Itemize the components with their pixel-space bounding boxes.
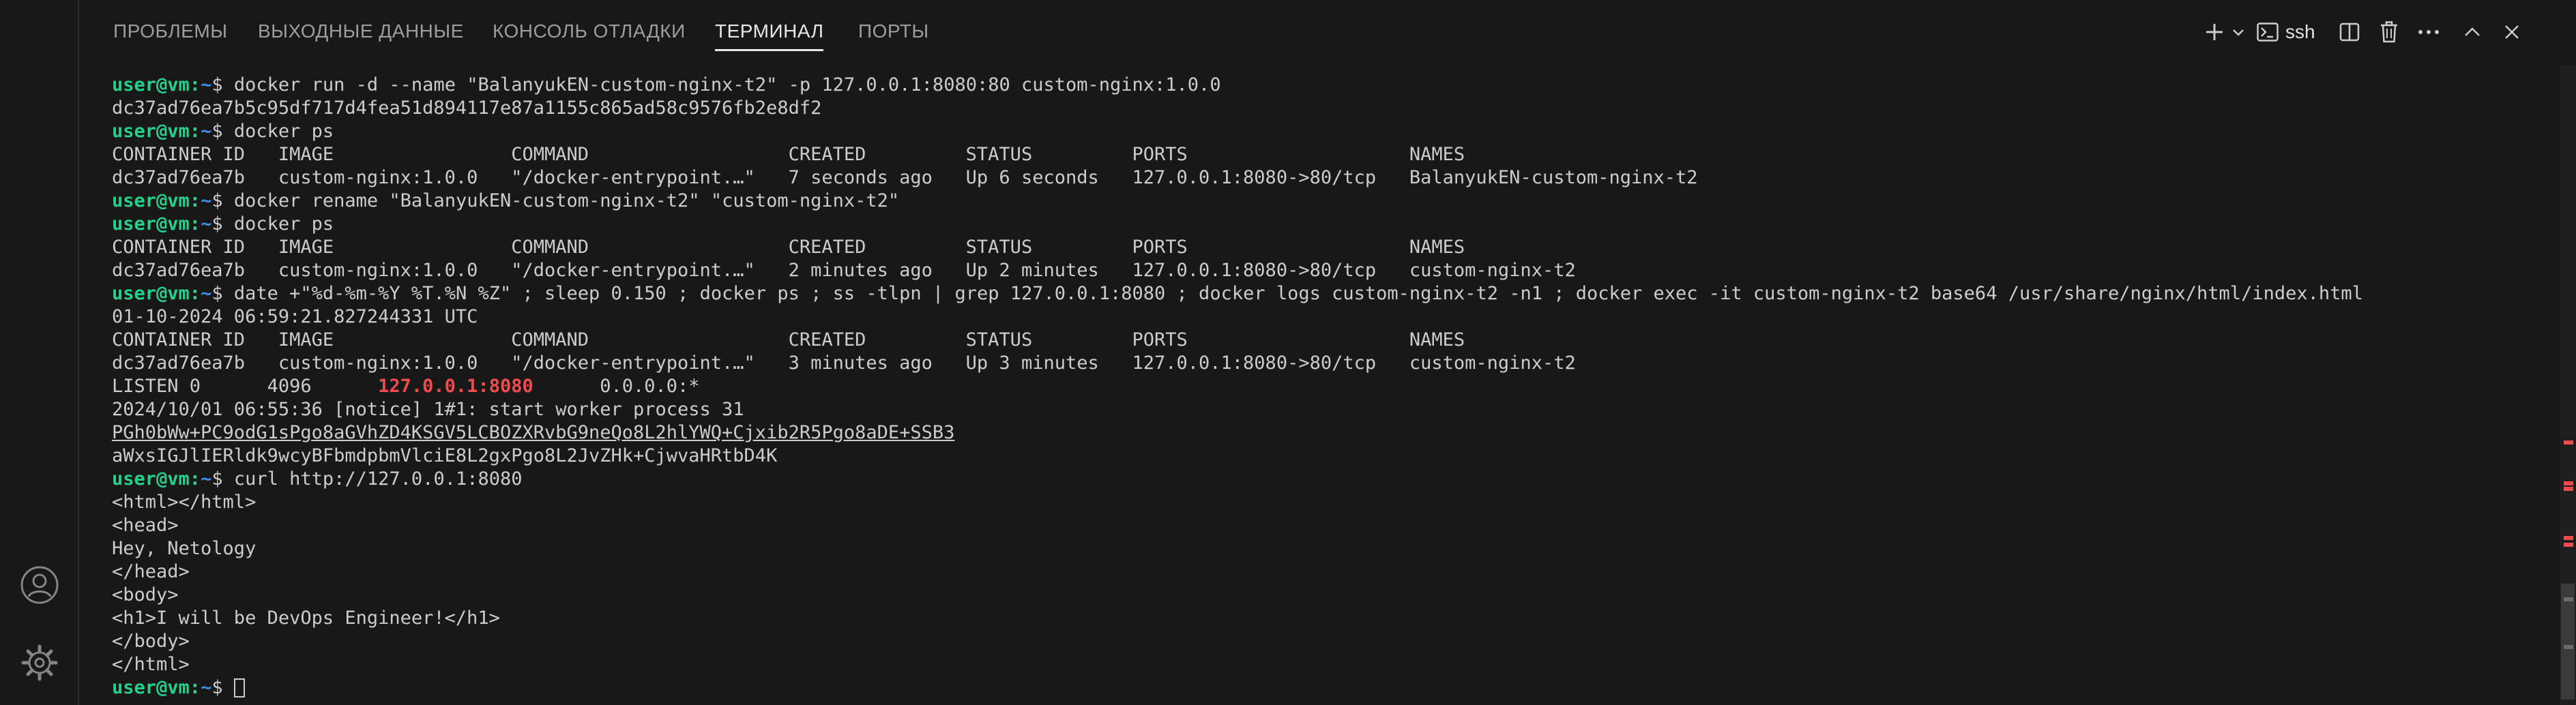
terminal-line: dc37ad76ea7b custom-nginx:1.0.0 "/docker… (112, 260, 1576, 281)
tab-problems[interactable]: ПРОБЛЕМЫ (113, 18, 228, 49)
prompt-path: ~ (201, 74, 212, 95)
plus-icon[interactable] (2201, 15, 2228, 49)
command-text: docker rename "BalanyukEN-custom-nginx-t… (233, 190, 900, 211)
prompt-user: user@vm (112, 190, 190, 211)
scrollbar-marker (2564, 487, 2573, 491)
close-icon[interactable] (2497, 15, 2527, 49)
terminal-toolbar: ssh (2201, 15, 2556, 49)
tab-debug-console[interactable]: КОНСОЛЬ ОТЛАДКИ (493, 18, 686, 49)
scrollbar-marker (2564, 440, 2573, 445)
command-text: docker ps (233, 121, 334, 142)
account-icon[interactable] (18, 563, 61, 607)
terminal-line: user@vm:~$ date +"%d-%m-%Y %T.%N %Z" ; s… (112, 283, 2363, 304)
terminal-line: dc37ad76ea7b custom-nginx:1.0.0 "/docker… (112, 167, 1698, 188)
prompt-path: ~ (201, 213, 212, 235)
prompt-path: ~ (201, 121, 212, 142)
tab-output[interactable]: ВЫХОДНЫЕ ДАННЫЕ (258, 18, 464, 49)
panel-tabs: ПРОБЛЕМЫ ВЫХОДНЫЕ ДАННЫЕ КОНСОЛЬ ОТЛАДКИ… (79, 0, 2126, 61)
prompt-path: ~ (201, 677, 212, 698)
terminal-line: <html></html> (112, 492, 257, 513)
gear-icon[interactable] (18, 641, 61, 685)
chevron-down-icon[interactable] (2228, 15, 2249, 49)
terminal-selector[interactable]: ssh (2257, 15, 2328, 49)
terminal-line: user@vm:~$ (112, 676, 2541, 700)
chevron-up-icon[interactable] (2457, 15, 2487, 49)
terminal-line: <body> (112, 584, 179, 605)
terminal-link[interactable]: PGh0bWw+PC9odG1sPgo8aGVhZD4KSGV5LCBOZXRv… (112, 421, 2541, 445)
scrollbar-marker (2564, 645, 2573, 649)
terminal-line: CONTAINER ID IMAGE COMMAND CREATED STATU… (112, 237, 1465, 258)
terminal-line: 01-10-2024 06:59:21.827244331 UTC (112, 306, 478, 327)
command-text: date +"%d-%m-%Y %T.%N %Z" ; sleep 0.150 … (233, 283, 2363, 304)
prompt-path: ~ (201, 190, 212, 211)
listen-info: LISTEN 0 4096 (112, 376, 379, 397)
terminal-line: LISTEN 0 4096 127.0.0.1:8080 0.0.0.0:* (112, 375, 2541, 398)
terminal-line: dc37ad76ea7b5c95df717d4fea51d894117e87a1… (112, 97, 822, 119)
activity-bar (0, 0, 79, 705)
prompt-user: user@vm (112, 677, 190, 698)
prompt-path: ~ (201, 468, 212, 490)
scrollbar-marker (2564, 543, 2573, 547)
prompt-user: user@vm (112, 468, 190, 490)
terminal-name: ssh (2285, 21, 2315, 42)
terminal-line: Hey, Netology (112, 538, 257, 559)
peer-address: 0.0.0.0:* (533, 376, 700, 397)
terminal-line: </body> (112, 631, 190, 652)
terminal-output[interactable]: user@vm:~$ docker run -d --name "Balanyu… (112, 74, 2541, 705)
terminal-line: user@vm:~$ docker rename "BalanyukEN-cus… (112, 190, 900, 211)
prompt-path: ~ (201, 283, 212, 304)
terminal-line: 2024/10/01 06:55:36 [notice] 1#1: start … (112, 399, 744, 420)
terminal-line: <head> (112, 515, 179, 536)
terminal-line: user@vm:~$ docker ps (112, 121, 334, 142)
terminal-icon (2257, 22, 2279, 42)
terminal-line: <h1>I will be DevOps Engineer!</h1> (112, 608, 500, 629)
command-text: docker ps (233, 213, 334, 235)
scrollbar-marker (2564, 536, 2573, 540)
terminal-cursor (233, 678, 245, 698)
scrollbar-marker (2564, 597, 2573, 601)
command-text: curl http://127.0.0.1:8080 (233, 468, 523, 490)
terminal-line: CONTAINER ID IMAGE COMMAND CREATED STATU… (112, 144, 1465, 165)
terminal-line: user@vm:~$ docker ps (112, 213, 334, 235)
terminal-panel: ПРОБЛЕМЫ ВЫХОДНЫЕ ДАННЫЕ КОНСОЛЬ ОТЛАДКИ… (79, 0, 2576, 705)
command-text: docker run -d --name "BalanyukEN-custom-… (233, 74, 1221, 95)
prompt-user: user@vm (112, 213, 190, 235)
prompt-user: user@vm (112, 283, 190, 304)
terminal-line: user@vm:~$ curl http://127.0.0.1:8080 (112, 468, 523, 490)
more-actions-icon[interactable] (2414, 15, 2444, 49)
tab-terminal[interactable]: ТЕРМИНАЛ (715, 18, 824, 51)
terminal-line: user@vm:~$ docker run -d --name "Balanyu… (112, 74, 1221, 95)
terminal-line: aWxsIGJlIERldk9wcyBFbmdpbmVlciE8L2gxPgo8… (112, 445, 778, 466)
prompt-user: user@vm (112, 74, 190, 95)
terminal-line: </html> (112, 654, 190, 675)
terminal-line: </head> (112, 561, 190, 582)
terminal-line: CONTAINER ID IMAGE COMMAND CREATED STATU… (112, 329, 1465, 350)
terminal-scrollbar[interactable] (2560, 65, 2576, 705)
split-terminal-icon[interactable] (2334, 15, 2365, 49)
trash-icon[interactable] (2374, 15, 2404, 49)
grep-match: 127.0.0.1:8080 (378, 376, 533, 397)
tab-ports[interactable]: ПОРТЫ (858, 18, 929, 49)
scrollbar-marker (2564, 481, 2573, 485)
terminal-line: dc37ad76ea7b custom-nginx:1.0.0 "/docker… (112, 352, 1576, 374)
prompt-user: user@vm (112, 121, 190, 142)
